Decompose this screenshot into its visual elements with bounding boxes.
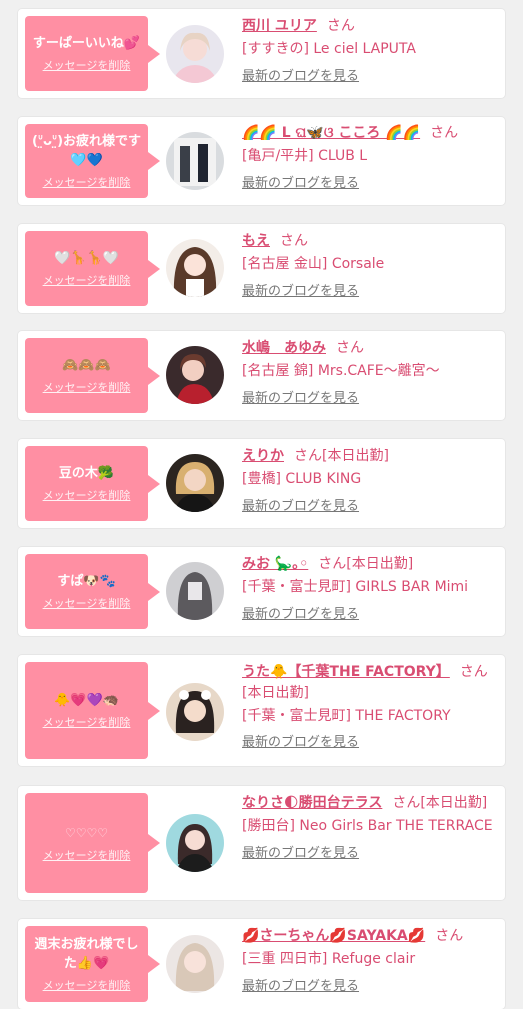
message-card: 🐥💗💜🦔 メッセージを削除 うた🐥【千葉THE FACTORY】 さん [本日出勤… [18,655,505,766]
latest-blog-link[interactable]: 最新のブログを見る [242,845,499,863]
message-text: 週末お疲れ様でした👍💗 [34,937,139,971]
shop-info: [千葉・富士見町] THE FACTORY [242,708,451,724]
status-badge: [本日出勤] [346,556,414,572]
cast-info: 💋さーちゃん💋SAYAKA💋 さん [三重 四日市] Refuge clair 最… [242,926,499,996]
message-text: 🙈🙈🙈 [62,358,111,373]
delete-message-link[interactable]: メッセージを削除 [43,489,131,503]
latest-blog-link[interactable]: 最新のブログを見る [242,734,499,752]
avatar[interactable] [166,25,224,83]
cast-name-link[interactable]: 水嶋 あゆみ [242,340,326,356]
cast-name-link[interactable]: みお 🦕｡◦ [242,556,308,572]
message-bubble: すぱ🐶🐾 メッセージを削除 [25,554,160,629]
delete-message-link[interactable]: メッセージを削除 [43,381,131,395]
cast-info: なりさ🌓勝田台テラス さん[本日出勤] [勝田台] Neo Girls Bar T… [242,793,499,863]
cast-info: もえ さん [名古屋 金山] Corsale 最新のブログを見る [242,231,499,301]
honorific: さん [318,556,347,572]
honorific: さん [435,928,464,944]
cast-info: えりか さん[本日出勤] [豊橋] CLUB KING 最新のブログを見る [242,446,499,516]
avatar[interactable] [166,346,224,404]
message-card: 豆の木🥦 メッセージを削除 えりか さん[本日出勤] [豊橋] CLUB KING… [18,439,505,528]
shop-info: [勝田台] Neo Girls Bar THE TERRACE [242,818,493,834]
latest-blog-link[interactable]: 最新のブログを見る [242,68,499,86]
message-bubble: 週末お疲れ様でした👍💗 メッセージを削除 [25,926,160,1002]
message-bubble: (ᐡ̤ᴗᐡ̤)お疲れ様です🩵💙 メッセージを削除 [25,124,160,198]
cast-name-link[interactable]: うた🐥【千葉THE FACTORY】 [242,664,450,680]
shop-info: [名古屋 錦] Mrs.CAFE～離宮～ [242,363,440,379]
message-text: すぱ🐶🐾 [57,574,116,589]
latest-blog-link[interactable]: 最新のブログを見る [242,978,499,996]
honorific: さん [459,664,488,680]
status-badge: [本日出勤] [322,448,389,464]
shop-info: [亀戸/平井] CLUB L [242,148,368,164]
shop-info: [千葉・富士見町] GIRLS BAR Mimi [242,579,469,595]
cast-info: みお 🦕｡◦ さん[本日出勤] [千葉・富士見町] GIRLS BAR Mimi … [242,554,499,624]
shop-info: [豊橋] CLUB KING [242,471,362,487]
message-bubble: 🐥💗💜🦔 メッセージを削除 [25,662,160,759]
delete-message-link[interactable]: メッセージを削除 [43,849,131,863]
cast-info: 水嶋 あゆみ さん [名古屋 錦] Mrs.CAFE～離宮～ 最新のブログを見る [242,338,499,408]
delete-message-link[interactable]: メッセージを削除 [43,176,131,190]
avatar[interactable] [166,239,224,297]
delete-message-link[interactable]: メッセージを削除 [43,59,131,73]
message-bubble: ♡♡♡♡ メッセージを削除 [25,793,160,893]
message-bubble: すーぱーいいね💕 メッセージを削除 [25,16,160,91]
honorific: さん [280,233,308,249]
message-text: (ᐡ̤ᴗᐡ̤)お疲れ様です🩵💙 [31,134,142,168]
status-badge: [本日出勤] [420,795,488,811]
shop-info: [すすきの] Le ciel LAPUTA [242,41,416,57]
message-text: 🤍🦒🦒🤍 [54,251,119,266]
shop-info: [三重 四日市] Refuge clair [242,951,416,967]
cast-name-link[interactable]: 西川 ユリア [242,18,317,34]
delete-message-link[interactable]: メッセージを削除 [43,716,131,730]
cast-name-link[interactable]: なりさ🌓勝田台テラス [242,795,382,811]
latest-blog-link[interactable]: 最新のブログを見る [242,175,499,193]
cast-name-link[interactable]: えりか [242,448,284,464]
shop-info: [名古屋 金山] Corsale [242,256,385,272]
avatar[interactable] [166,683,224,741]
message-card: すぱ🐶🐾 メッセージを削除 みお 🦕｡◦ さん[本日出勤] [千葉・富士見町] G… [18,547,505,636]
message-card: (ᐡ̤ᴗᐡ̤)お疲れ様です🩵💙 メッセージを削除 🌈🌈 L ଘ🦋ଓ こころ 🌈🌈… [18,117,505,205]
message-bubble: 🙈🙈🙈 メッセージを削除 [25,338,160,413]
cast-info: 🌈🌈 L ଘ🦋ଓ こころ 🌈🌈 さん [亀戸/平井] CLUB L 最新のブログを… [242,123,499,193]
avatar[interactable] [166,935,224,993]
message-bubble: 豆の木🥦 メッセージを削除 [25,446,160,521]
status-badge: [本日出勤] [242,685,309,701]
cast-info: 西川 ユリア さん [すすきの] Le ciel LAPUTA 最新のブログを見る [242,16,499,86]
cast-name-link[interactable]: 💋さーちゃん💋SAYAKA💋 [242,928,425,944]
cast-info: うた🐥【千葉THE FACTORY】 さん [本日出勤] [千葉・富士見町] TH… [242,662,499,752]
message-text: 豆の木🥦 [58,466,115,481]
cast-name-link[interactable]: もえ [242,233,270,249]
delete-message-link[interactable]: メッセージを削除 [43,597,131,611]
honorific: さん [392,795,421,811]
message-text: ♡♡♡♡ [64,825,109,840]
latest-blog-link[interactable]: 最新のブログを見る [242,283,499,301]
latest-blog-link[interactable]: 最新のブログを見る [242,498,499,516]
message-card: 週末お疲れ様でした👍💗 メッセージを削除 💋さーちゃん💋SAYAKA💋 さん [三… [18,919,505,1009]
delete-message-link[interactable]: メッセージを削除 [43,979,131,993]
delete-message-link[interactable]: メッセージを削除 [43,274,131,288]
honorific: さん [326,18,355,34]
latest-blog-link[interactable]: 最新のブログを見る [242,390,499,408]
latest-blog-link[interactable]: 最新のブログを見る [242,606,499,624]
honorific: さん [430,125,459,141]
message-card: 🙈🙈🙈 メッセージを削除 水嶋 あゆみ さん [名古屋 錦] Mrs.CAFE～離… [18,331,505,420]
message-card: すーぱーいいね💕 メッセージを削除 西川 ユリア さん [すすきの] Le cie… [18,9,505,98]
avatar[interactable] [166,814,224,872]
message-card: 🤍🦒🦒🤍 メッセージを削除 もえ さん [名古屋 金山] Corsale 最新のブ… [18,224,505,313]
honorific: さん [336,340,364,356]
avatar[interactable] [166,562,224,620]
avatar[interactable] [166,454,224,512]
cast-name-link[interactable]: 🌈🌈 L ଘ🦋ଓ こころ 🌈🌈 [242,125,420,141]
message-text: すーぱーいいね💕 [32,36,141,51]
message-card: ♡♡♡♡ メッセージを削除 なりさ🌓勝田台テラス さん[本日出勤] [勝田台] N… [18,786,505,900]
honorific: さん [294,448,322,464]
message-text: 🐥💗💜🦔 [54,693,119,708]
avatar[interactable] [166,132,224,190]
message-bubble: 🤍🦒🦒🤍 メッセージを削除 [25,231,160,306]
